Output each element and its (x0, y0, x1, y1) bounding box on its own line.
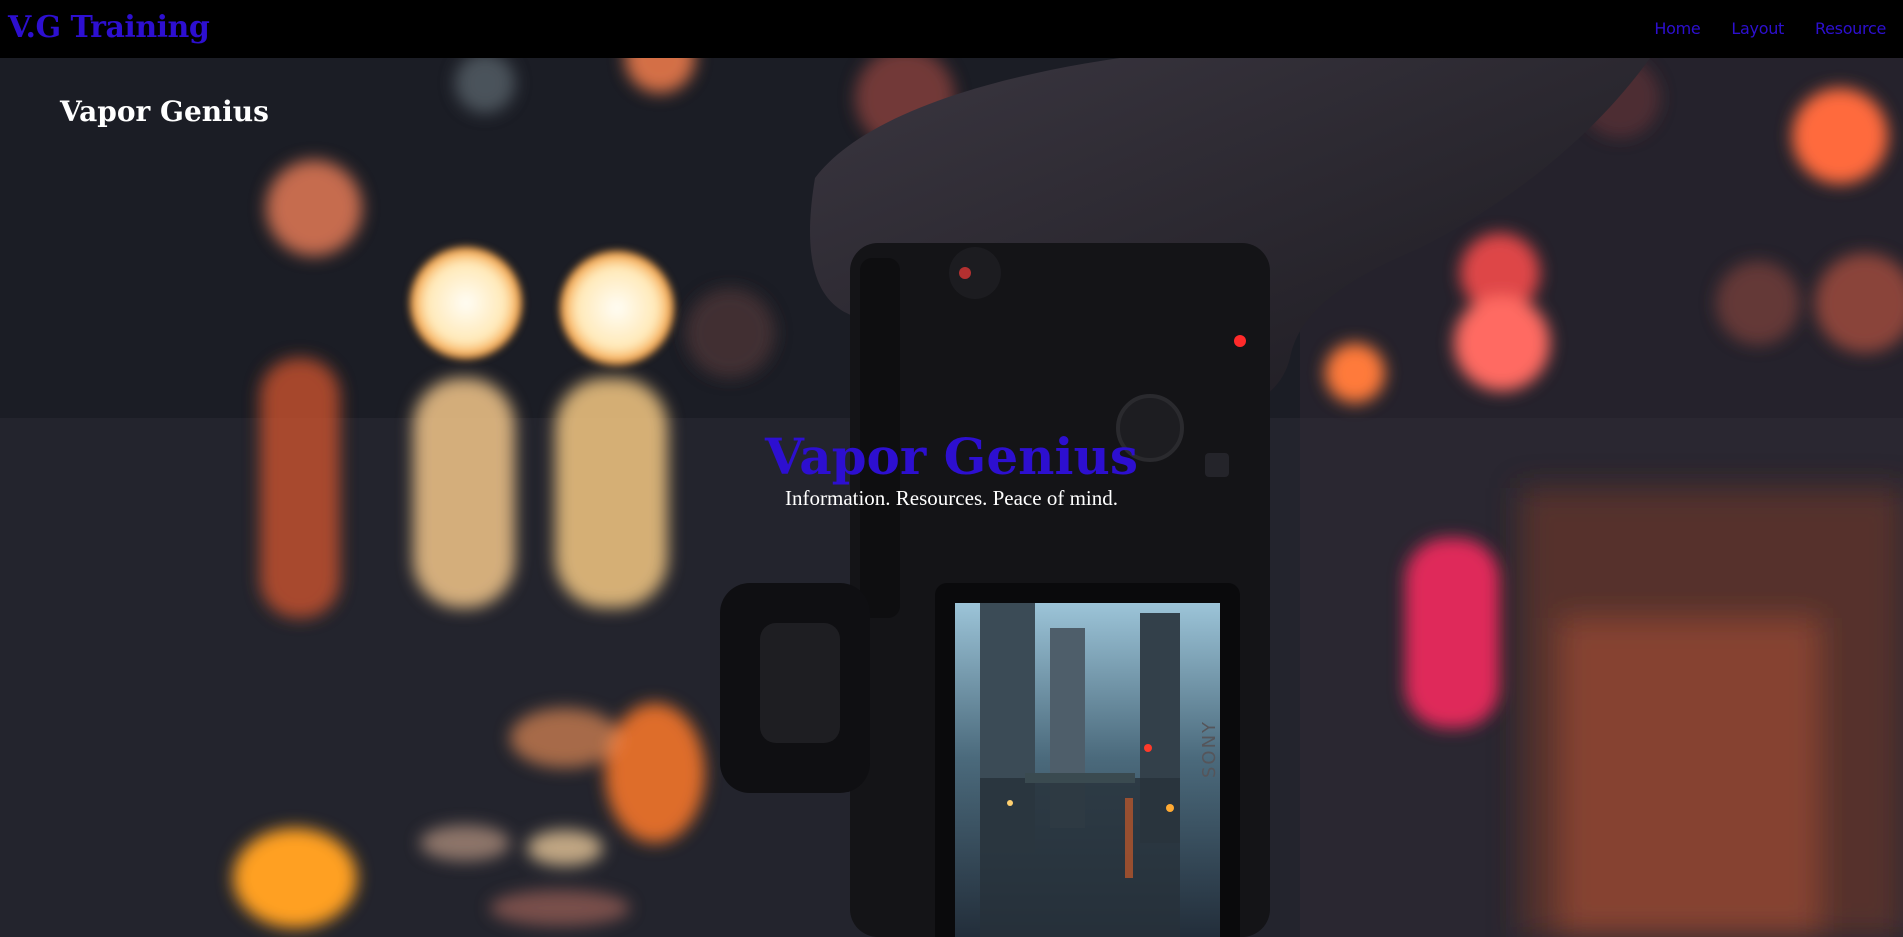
nav-link-layout[interactable]: Layout (1731, 18, 1784, 40)
hero-tagline: Information. Resources. Peace of mind. (785, 486, 1118, 510)
hero-title: Vapor Genius (764, 427, 1139, 486)
nav-link-home[interactable]: Home (1654, 18, 1700, 40)
hero-section: SONY Vapor Genius Vapor Genius Informati… (0, 58, 1903, 937)
hero-side-title: Vapor Genius (60, 95, 269, 128)
camera-brand-label: SONY (1199, 720, 1220, 778)
brand-logo-link[interactable]: V.G Training (8, 8, 210, 48)
nav-link-resource[interactable]: Resource (1815, 18, 1886, 40)
nav-links: Home Layout Resource (1654, 18, 1886, 40)
top-navbar: V.G Training Home Layout Resource (0, 0, 1903, 58)
hero-center-block: Vapor Genius Information. Resources. Pea… (0, 427, 1903, 511)
